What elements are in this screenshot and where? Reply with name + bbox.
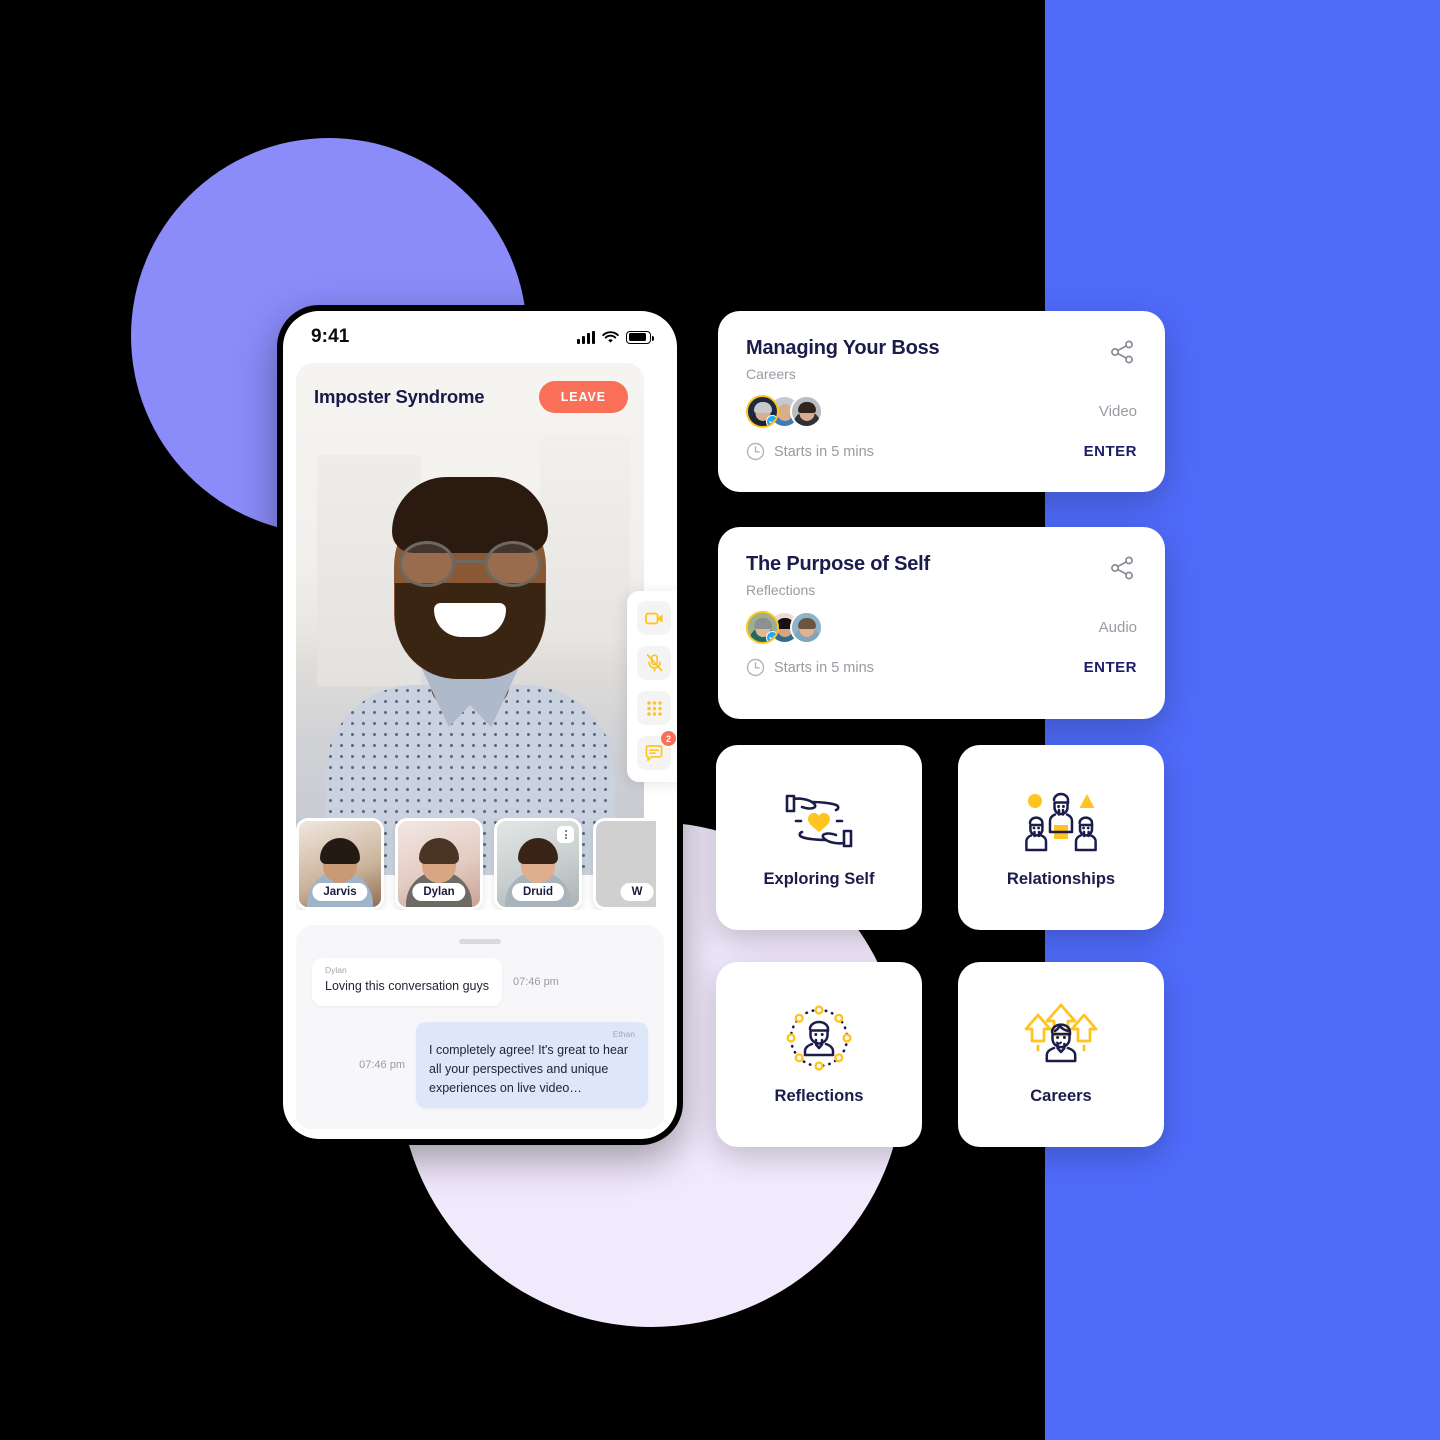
session-card-footer: Starts in 5 mins ENTER (746, 442, 1137, 461)
attendee-avatars[interactable] (746, 611, 823, 644)
battery-icon (626, 330, 654, 344)
session-category: Careers (746, 366, 796, 382)
phone-mockup: 9:41 Imposter Syndrome LEAVE 2 Jarvis Dy… (277, 305, 683, 1145)
main-video-feed[interactable]: Imposter Syndrome LEAVE (296, 363, 644, 875)
avatar (746, 611, 779, 644)
session-card-footer: Starts in 5 mins ENTER (746, 658, 1137, 677)
status-bar-icons (577, 330, 654, 344)
message-author: Ethan (612, 1029, 635, 1039)
message-author: Dylan (325, 965, 347, 975)
category-label: Reflections (774, 1087, 864, 1105)
chat-bubble-incoming: Dylan Loving this conversation guys (312, 958, 502, 1006)
participant-name: Jarvis (312, 883, 368, 901)
participant-name: Druid (511, 883, 565, 901)
attendee-avatars[interactable] (746, 395, 823, 428)
session-start-time: Starts in 5 mins (746, 442, 874, 461)
participant-name: Dylan (412, 883, 466, 901)
session-card-header: Managing Your Boss Careers (746, 337, 1137, 382)
call-header: Imposter Syndrome LEAVE (296, 363, 644, 413)
microphone-muted-icon[interactable] (637, 646, 671, 680)
participant-thumbnail[interactable]: W (593, 818, 656, 910)
showcase-canvas: 9:41 Imposter Syndrome LEAVE 2 Jarvis Dy… (0, 0, 1440, 1440)
clock-icon (746, 658, 765, 677)
session-start-time: Starts in 5 mins (746, 658, 874, 677)
avatar (790, 611, 823, 644)
call-controls-rail: 2 (627, 591, 677, 782)
category-tile-exploring-self[interactable]: Exploring Self (716, 745, 922, 930)
session-title: Managing Your Boss (746, 337, 940, 359)
status-bar-time: 9:41 (311, 326, 350, 347)
participant-thumbnail[interactable]: Jarvis (296, 818, 384, 910)
person-with-up-arrows-icon (1022, 1003, 1100, 1073)
category-tile-relationships[interactable]: Relationships (958, 745, 1164, 930)
session-card[interactable]: Managing Your Boss Careers Video Starts … (718, 311, 1165, 492)
participant-thumbnail-strip[interactable]: Jarvis Dylan Druid W (296, 818, 656, 910)
chat-panel: Dylan Loving this conversation guys 07:4… (296, 925, 664, 1129)
session-media-type: Audio (1098, 619, 1137, 636)
sheet-drag-handle[interactable] (459, 939, 501, 944)
category-tile-reflections[interactable]: Reflections (716, 962, 922, 1147)
video-camera-icon[interactable] (637, 601, 671, 635)
call-title: Imposter Syndrome (314, 386, 485, 407)
session-category: Reflections (746, 582, 816, 598)
hands-holding-heart-icon (780, 786, 858, 856)
session-card-header: The Purpose of Self Reflections (746, 553, 1137, 598)
group-of-people-icon (1022, 786, 1100, 856)
participant-name: W (620, 883, 654, 901)
person-in-dotted-circle-icon (780, 1003, 858, 1073)
chat-message-row: Dylan Loving this conversation guys 07:4… (312, 958, 648, 1006)
enter-session-button[interactable]: ENTER (1084, 659, 1137, 676)
status-bar: 9:41 (283, 311, 677, 363)
participant-thumbnail[interactable]: Druid (494, 818, 582, 910)
share-icon[interactable] (1107, 337, 1137, 367)
session-title: The Purpose of Self (746, 553, 931, 575)
message-timestamp: 07:46 pm (512, 976, 559, 988)
avatar (746, 395, 779, 428)
message-text: I completely agree! It's great to hear a… (429, 1043, 629, 1095)
chat-bubble-outgoing: Ethan I completely agree! It's great to … (416, 1022, 648, 1108)
phone-screen: 9:41 Imposter Syndrome LEAVE 2 Jarvis Dy… (283, 311, 677, 1139)
wifi-icon (602, 330, 619, 343)
blue-background-panel (1045, 0, 1440, 1440)
participant-thumbnail[interactable]: Dylan (395, 818, 483, 910)
session-media-type: Video (1098, 403, 1137, 420)
starts-in-label: Starts in 5 mins (774, 443, 874, 460)
participant-options-icon[interactable] (557, 826, 574, 843)
grid-dots-icon[interactable] (637, 691, 671, 725)
clock-icon (746, 442, 765, 461)
starts-in-label: Starts in 5 mins (774, 659, 874, 676)
session-card-middle: Video (746, 395, 1137, 428)
session-card[interactable]: The Purpose of Self Reflections Audio St… (718, 527, 1165, 719)
call-screen: Imposter Syndrome LEAVE 2 Jarvis Dylan D… (283, 363, 677, 1139)
category-label: Exploring Self (763, 870, 875, 888)
avatar (790, 395, 823, 428)
cellular-signal-icon (577, 330, 595, 344)
category-label: Careers (1030, 1087, 1092, 1105)
chat-bubble-icon[interactable]: 2 (637, 731, 676, 770)
share-icon[interactable] (1107, 553, 1137, 583)
chat-unread-badge: 2 (661, 731, 676, 746)
enter-session-button[interactable]: ENTER (1084, 443, 1137, 460)
message-timestamp: 07:46 pm (359, 1059, 405, 1071)
message-text: Loving this conversation guys (325, 979, 489, 993)
leave-call-button[interactable]: LEAVE (538, 381, 628, 413)
chat-message-row: 07:46 pm Ethan I completely agree! It's … (312, 1022, 648, 1108)
category-tile-careers[interactable]: Careers (958, 962, 1164, 1147)
session-card-middle: Audio (746, 611, 1137, 644)
category-label: Relationships (1006, 870, 1116, 888)
